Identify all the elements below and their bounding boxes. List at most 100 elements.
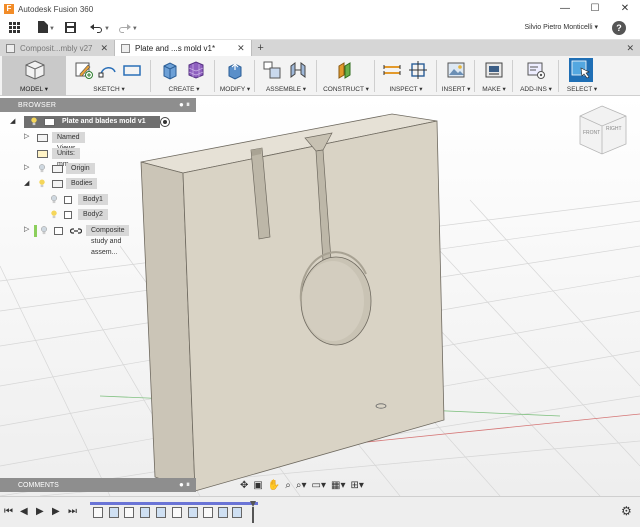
- make-menu[interactable]: MAKE ▾: [478, 85, 510, 93]
- close-tab-icon[interactable]: ✕: [237, 43, 245, 54]
- 3d-print-icon[interactable]: [484, 60, 504, 80]
- visibility-bulb-icon[interactable]: [38, 164, 46, 173]
- offset-plane-icon[interactable]: [336, 60, 356, 80]
- body1-label: Body1: [78, 194, 108, 205]
- joint-icon[interactable]: [288, 60, 308, 80]
- sketch-menu[interactable]: SKETCH ▾: [70, 85, 148, 93]
- model-canvas[interactable]: FRONT RIGHT: [0, 96, 640, 496]
- timeline-extrude-feature[interactable]: [188, 507, 198, 518]
- timeline-marker[interactable]: [250, 501, 256, 523]
- add-ins-menu[interactable]: ADD-INS ▾: [516, 85, 556, 93]
- minimize-button[interactable]: —: [550, 0, 580, 18]
- collapse-triangle-icon[interactable]: ◢: [10, 118, 16, 125]
- construct-group: CONSTRUCT ▾: [320, 56, 372, 96]
- help-icon[interactable]: ?: [612, 21, 626, 35]
- select-tool-button[interactable]: [569, 58, 593, 82]
- undo-caret-icon[interactable]: ▼: [104, 26, 110, 32]
- comments-panel-header[interactable]: COMMENTS ● ⏸: [0, 478, 196, 492]
- visibility-bulb-icon[interactable]: [50, 195, 58, 204]
- visibility-bulb-icon[interactable]: [50, 210, 58, 219]
- add-ins-group: ADD-INS ▾: [516, 56, 556, 96]
- close-window-button[interactable]: ✕: [610, 0, 640, 18]
- pan-hand-icon[interactable]: ✋: [268, 480, 280, 491]
- timeline-settings-gear-icon[interactable]: ⚙: [621, 504, 632, 518]
- browser-panel-header[interactable]: BROWSER ● ⏸: [0, 98, 196, 112]
- visibility-bulb-icon[interactable]: [38, 179, 46, 188]
- visibility-bulb-icon[interactable]: [40, 226, 48, 235]
- new-tab-icon[interactable]: +: [252, 40, 270, 56]
- display-settings-icon[interactable]: ▭▾: [312, 480, 326, 491]
- select-menu[interactable]: SELECT ▾: [562, 85, 602, 93]
- create-group: CREATE ▾: [156, 56, 212, 96]
- create-menu[interactable]: CREATE ▾: [156, 85, 212, 93]
- zoom-window-icon[interactable]: ⌕: [285, 480, 291, 491]
- timeline-end-icon[interactable]: ⏭: [68, 506, 77, 517]
- toolbar-divider: [374, 60, 375, 92]
- scripts-addins-icon[interactable]: [526, 60, 546, 80]
- visibility-bulb-icon[interactable]: [30, 117, 38, 126]
- timeline-prev-icon[interactable]: ◀: [20, 506, 28, 517]
- timeline-start-icon[interactable]: ⏮: [4, 506, 13, 517]
- expand-triangle-icon[interactable]: ▷: [24, 164, 30, 171]
- grid-settings-icon[interactable]: ▦▾: [331, 480, 345, 491]
- redo-caret-icon[interactable]: ▼: [132, 26, 138, 32]
- collapse-triangle-icon[interactable]: ◢: [24, 180, 30, 187]
- expand-triangle-icon[interactable]: ▷: [24, 133, 30, 140]
- data-panel-grid-icon[interactable]: [9, 21, 20, 36]
- tab-plate-and-blades-mold[interactable]: Plate and ...s mold v1* ✕: [115, 40, 252, 56]
- comments-panel-controls-icon[interactable]: ● ⏸: [179, 480, 190, 490]
- new-component-icon[interactable]: [262, 60, 282, 80]
- redo-icon[interactable]: [118, 22, 131, 36]
- main-toolbar: MODEL ▾ SKETCH ▾ CREATE ▾ MODIFY ▾ ASSEM…: [0, 56, 640, 96]
- line-tool-icon[interactable]: [98, 60, 118, 80]
- inspect-menu[interactable]: INSPECT ▾: [378, 85, 434, 93]
- toolbar-divider: [150, 60, 151, 92]
- timeline-extrude-feature[interactable]: [156, 507, 166, 518]
- activate-radio-icon[interactable]: [160, 117, 170, 127]
- timeline-next-icon[interactable]: ▶: [52, 506, 60, 517]
- save-icon[interactable]: [64, 21, 76, 36]
- timeline-extrude-feature[interactable]: [109, 507, 119, 518]
- timeline-play-icon[interactable]: ▶: [36, 506, 44, 517]
- fit-zoom-icon[interactable]: ⌕▾: [296, 480, 307, 491]
- timeline-extrude-feature[interactable]: [140, 507, 150, 518]
- timeline-sketch-feature[interactable]: [172, 507, 182, 518]
- close-all-tabs-icon[interactable]: ✕: [626, 40, 634, 56]
- viewports-icon[interactable]: ⊞▾: [350, 480, 363, 491]
- timeline-sketch-feature[interactable]: [124, 507, 134, 518]
- orbit-icon[interactable]: ✥: [240, 480, 248, 491]
- look-at-icon[interactable]: ▣: [253, 480, 262, 491]
- timeline-extrude-feature[interactable]: [218, 507, 228, 518]
- modify-menu[interactable]: MODIFY ▾: [218, 85, 252, 93]
- rectangle-tool-icon[interactable]: [122, 60, 142, 80]
- workspace-switcher[interactable]: MODEL ▾: [2, 56, 66, 96]
- expand-triangle-icon[interactable]: ▷: [24, 226, 30, 233]
- canvas-viewport[interactable]: FRONT RIGHT: [0, 96, 640, 496]
- extrude-icon[interactable]: [160, 60, 180, 80]
- timeline-combine-feature[interactable]: [232, 507, 242, 518]
- user-account-menu[interactable]: Silvio Pietro Monticelli ▾: [524, 23, 598, 31]
- timeline-sketch-feature[interactable]: [203, 507, 213, 518]
- create-sketch-icon[interactable]: [74, 60, 94, 80]
- measure-icon[interactable]: [382, 60, 402, 80]
- press-pull-icon[interactable]: [225, 60, 245, 80]
- tab-composite-assembly[interactable]: Composit...mbly v27 ✕: [0, 40, 116, 56]
- select-group: SELECT ▾: [562, 56, 602, 96]
- assemble-menu[interactable]: ASSEMBLE ▾: [258, 85, 314, 93]
- insert-menu[interactable]: INSERT ▾: [440, 85, 472, 93]
- tree-root[interactable]: ◢ Plate and blades mold v1: [0, 116, 196, 128]
- undo-icon[interactable]: [89, 22, 103, 36]
- file-menu-icon[interactable]: [38, 21, 48, 36]
- timeline-track[interactable]: [90, 501, 258, 523]
- insert-image-icon[interactable]: [446, 60, 466, 80]
- timeline-sketch-feature[interactable]: [93, 507, 103, 518]
- root-label: Plate and blades mold v1: [62, 118, 146, 125]
- interference-icon[interactable]: [408, 60, 428, 80]
- construct-menu[interactable]: CONSTRUCT ▾: [320, 85, 372, 93]
- maximize-button[interactable]: ☐: [580, 0, 610, 18]
- file-menu-caret-icon[interactable]: ▼: [49, 26, 55, 32]
- browser-panel-controls-icon[interactable]: ● ⏸: [179, 100, 190, 110]
- view-cube[interactable]: FRONT RIGHT: [579, 105, 627, 155]
- close-tab-icon[interactable]: ✕: [100, 43, 108, 54]
- form-icon[interactable]: [186, 60, 206, 80]
